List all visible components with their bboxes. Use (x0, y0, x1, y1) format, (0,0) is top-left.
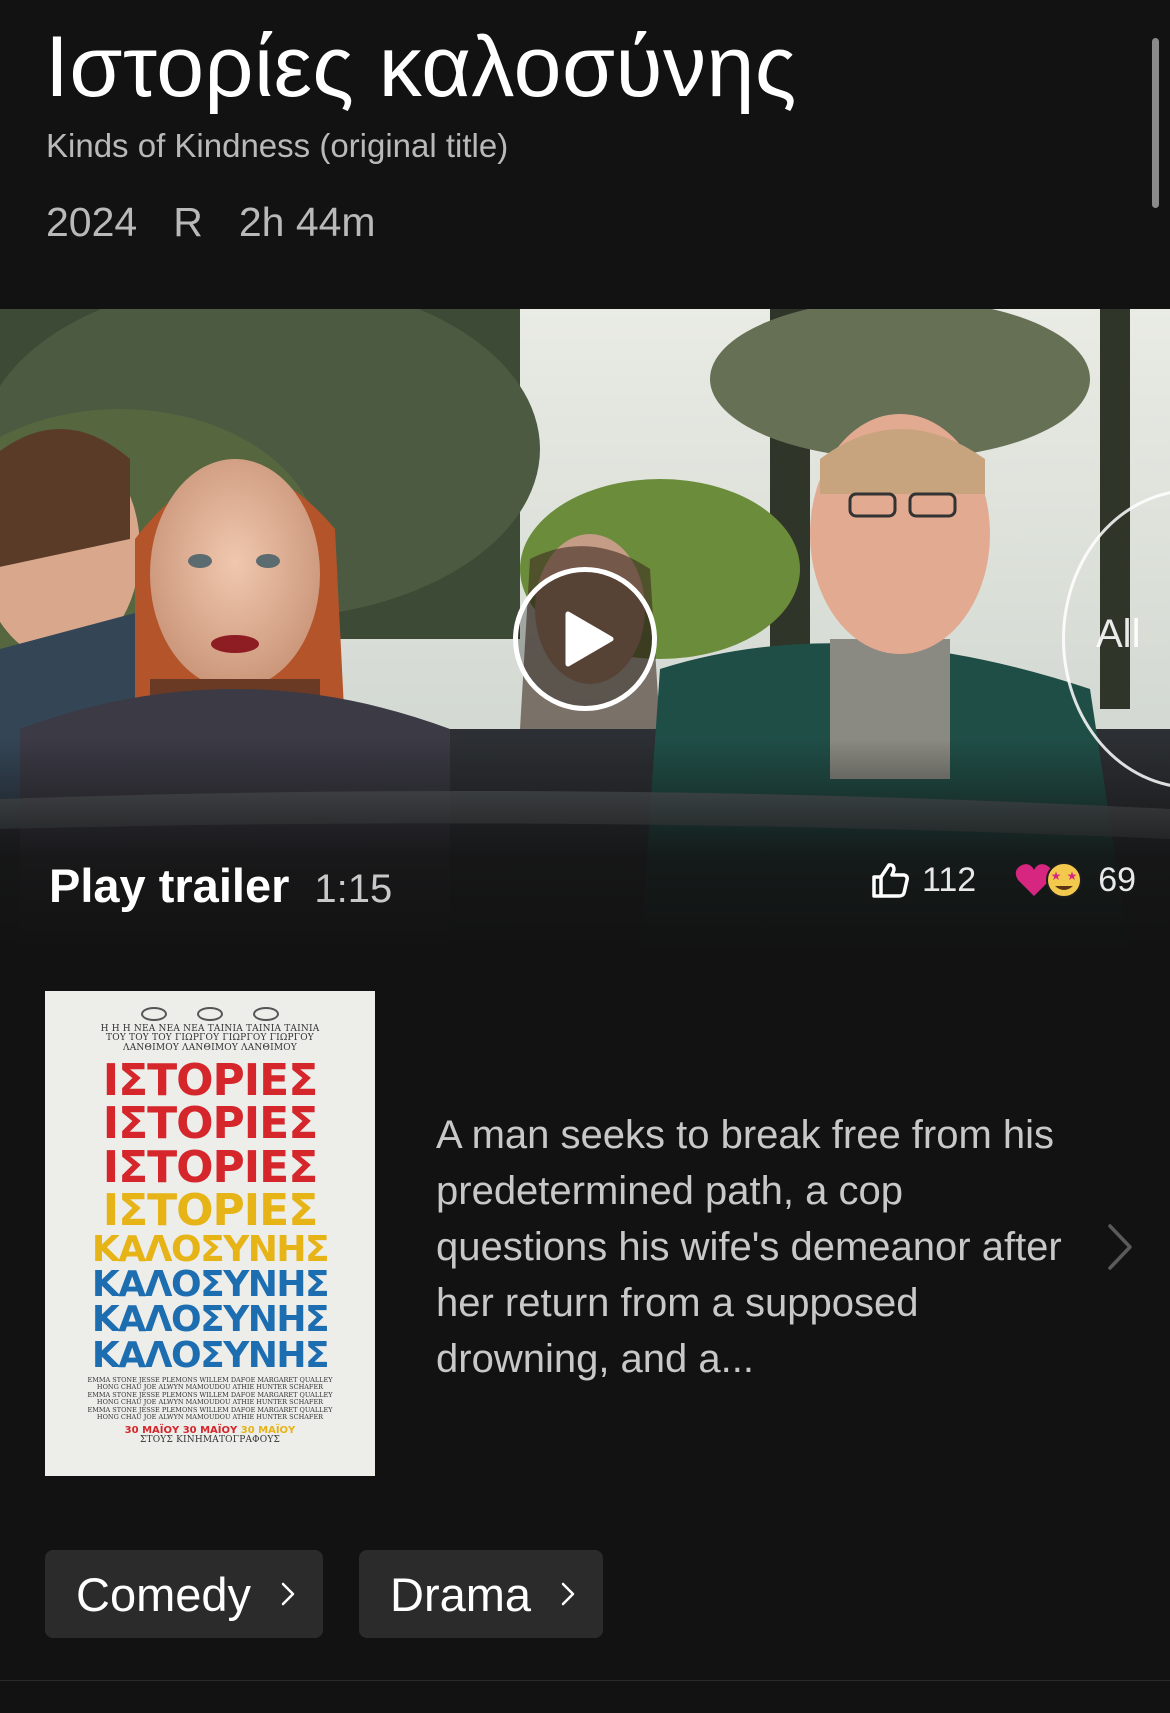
poster-release-date: 30 ΜΑΪΟΥ 30 ΜΑΪΟΥ 30 ΜΑΪΟΥ (55, 1425, 365, 1436)
poster-cast-line: HONG CHAU JOE ALWYN MAMOUDOU ATHIE HUNTE… (96, 1413, 324, 1422)
genre-chip-comedy[interactable]: Comedy (45, 1550, 324, 1638)
certificate-rating: R (173, 199, 203, 245)
svg-text:★: ★ (1067, 869, 1078, 883)
svg-text:★: ★ (1051, 869, 1062, 883)
genre-chips: Comedy Drama (45, 1550, 604, 1638)
play-button[interactable] (513, 567, 657, 711)
original-title: Kinds of Kindness (original title) (46, 127, 509, 164)
heart-star-eyes-icon[interactable]: ★ ★ (1014, 860, 1086, 900)
trailer-info[interactable]: Play trailer 1:15 (49, 858, 392, 913)
poster-date-red: 30 ΜΑΪΟΥ 30 ΜΑΪΟΥ (124, 1424, 238, 1436)
poster-date-sub: ΣΤΟΥΣ ΚΙΝΗΜΑΤΟΓΡΑΦΟΥΣ (139, 1434, 281, 1445)
title-meta: 2024 R 2h 44m (46, 199, 376, 246)
scrollbar[interactable] (1152, 38, 1159, 208)
runtime: 2h 44m (238, 199, 376, 245)
poster-word: ΙΣΤΟΡΙΕΣ (102, 1184, 319, 1236)
poster-word: ΙΣΤΟΡΙΕΣ (102, 1098, 319, 1150)
hero-gradient (0, 739, 1170, 954)
laurel-icon (141, 1007, 167, 1021)
thumbs-up-icon[interactable] (870, 860, 910, 900)
page-title: Ιστορίες καλοσύνης (45, 19, 797, 115)
title-detail-page: Ιστορίες καλοσύνης Kinds of Kindness (or… (0, 0, 1170, 1713)
laurel-icon (253, 1007, 279, 1021)
plot-summary[interactable]: A man seeks to break free from his prede… (436, 1107, 1076, 1387)
play-trailer-label[interactable]: Play trailer (49, 858, 289, 913)
all-media-label[interactable]: All (1096, 612, 1140, 657)
trailer-reactions: 112 ★ ★ 69 (870, 860, 1136, 900)
play-icon (565, 611, 614, 667)
likes-count: 112 (922, 860, 977, 899)
trailer-duration: 1:15 (314, 867, 393, 911)
laurel-icon (197, 1007, 223, 1021)
movie-poster[interactable]: Η Η Η ΝΕΑ ΝΕΑ ΝΕΑ ΤΑΙΝΙΑ ΤΑΙΝΙΑ ΤΑΙΝΙΑ Τ… (45, 991, 375, 1476)
poster-word: ΚΑΛΟΣΥΝΗΣ (91, 1228, 330, 1270)
poster-date-yellow: 30 ΜΑΪΟΥ (240, 1424, 296, 1436)
chevron-right-icon (561, 1582, 575, 1606)
poster-word: ΙΣΤΟΡΙΕΣ (102, 1055, 319, 1107)
genre-chip-drama[interactable]: Drama (359, 1550, 604, 1638)
genre-label: Comedy (76, 1567, 252, 1621)
poster-word: ΙΣΤΟΡΙΕΣ (102, 1141, 319, 1193)
chevron-right-icon (281, 1582, 295, 1606)
release-year: 2024 (46, 199, 138, 245)
poster-cast: EMMA STONE JESSE PLEMONS WILLEM DAFOE MA… (55, 1376, 365, 1422)
section-divider (0, 1680, 1170, 1681)
poster-top-line: ΛΑΝΘΙΜΟΥ ΛΑΝΘΙΜΟΥ ΛΑΝΘΙΜΟΥ (123, 1042, 297, 1053)
reactions-count: 69 (1098, 860, 1137, 899)
poster-word: ΚΑΛΟΣΥΝΗΣ (91, 1334, 330, 1376)
genre-label: Drama (390, 1567, 532, 1621)
cannes-laurels (55, 1007, 365, 1021)
poster-word: ΚΑΛΟΣΥΝΗΣ (91, 1299, 330, 1341)
chevron-right-icon[interactable] (1106, 1222, 1134, 1272)
poster-word: ΚΑΛΟΣΥΝΗΣ (91, 1264, 330, 1306)
